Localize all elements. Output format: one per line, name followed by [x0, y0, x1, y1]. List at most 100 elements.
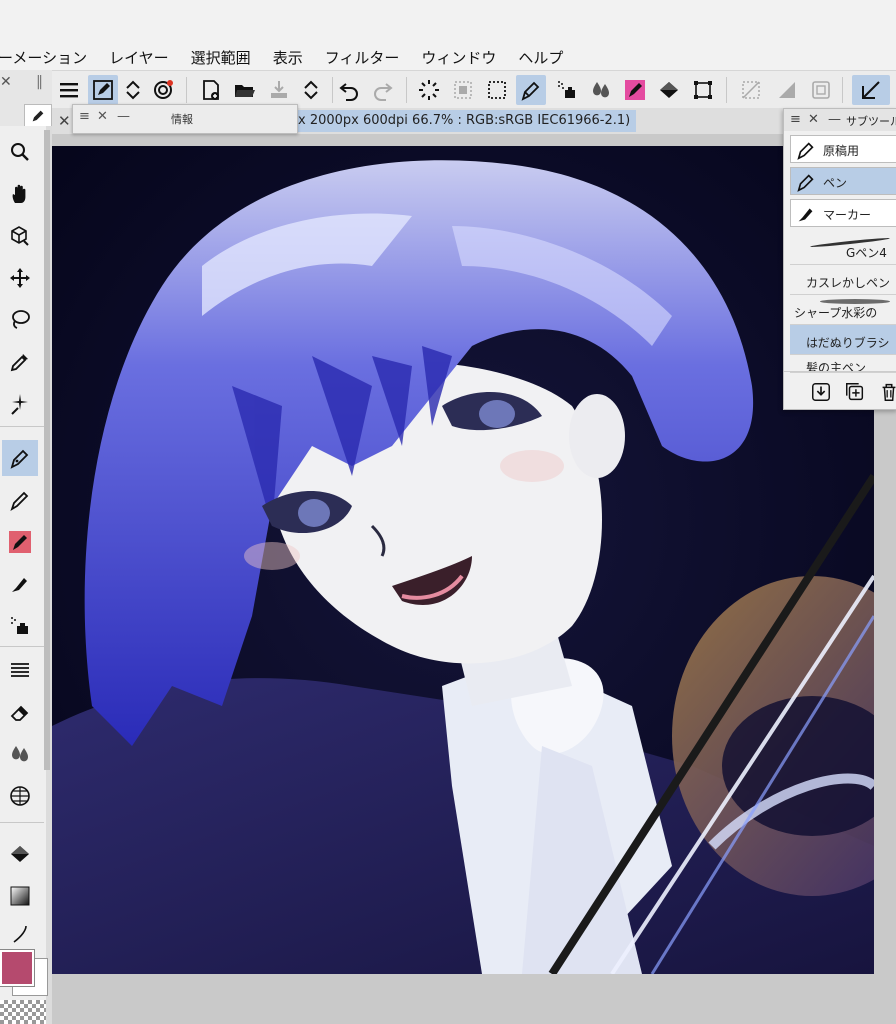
tool-palette-scrollbar[interactable]: [44, 130, 50, 770]
brush-label: Gペン4: [846, 246, 887, 260]
zoom-icon[interactable]: [2, 134, 38, 170]
tool-palette: [0, 126, 47, 1024]
menu-layer[interactable]: レイヤー: [109, 47, 169, 68]
selection-clear-icon[interactable]: [448, 75, 478, 105]
brush-item[interactable]: Gペン4: [790, 235, 896, 265]
transform-icon[interactable]: [688, 75, 718, 105]
close-icon[interactable]: ✕: [0, 74, 12, 90]
grip-icon[interactable]: ≡: [79, 109, 90, 124]
gradient-icon[interactable]: [2, 878, 38, 914]
separator: [0, 426, 44, 427]
brush-pink-icon[interactable]: [2, 524, 38, 560]
grip-icon[interactable]: ‖: [36, 74, 43, 90]
save-icon[interactable]: [264, 75, 294, 105]
undo-icon[interactable]: [334, 75, 364, 105]
move-icon[interactable]: [2, 260, 38, 296]
menu-filter[interactable]: フィルター: [325, 47, 400, 68]
info-panel-title: 情報: [171, 113, 193, 126]
sub-tool-footer: [784, 371, 896, 410]
pen-icon: [797, 174, 814, 192]
sub-tool-panel: ≡ ✕ — サブツール 原稿用 ペン マーカー Gペン4 カスレかしペン シャー…: [783, 108, 896, 410]
3d-object-icon[interactable]: [2, 218, 38, 254]
pencil-icon[interactable]: [2, 482, 38, 518]
companion-icon[interactable]: [148, 75, 178, 105]
menu-bar: ーメーション レイヤー 選択範囲 表示 フィルター ウィンドウ ヘルプ: [0, 0, 896, 70]
figure-ruler-icon[interactable]: [2, 778, 38, 814]
brush-item-active[interactable]: はだぬりブラシ: [790, 325, 896, 355]
marker-icon[interactable]: [2, 566, 38, 602]
pen-tool-icon[interactable]: [2, 440, 38, 476]
blend-tool-icon[interactable]: [2, 736, 38, 772]
selection-all-icon[interactable]: [482, 75, 512, 105]
separator: [726, 77, 727, 103]
open-folder-icon[interactable]: [230, 75, 260, 105]
redo-icon[interactable]: [368, 75, 398, 105]
separator: [406, 77, 407, 103]
airbrush-icon[interactable]: [552, 75, 582, 105]
pen-icon: [32, 110, 44, 122]
sub-tool-group-draft[interactable]: 原稿用: [790, 135, 896, 163]
new-file-icon[interactable]: [196, 75, 226, 105]
brush-label: シャープ水彩の: [794, 306, 878, 320]
brush-label: はだぬりブラシ: [806, 336, 890, 350]
sub-tool-group-pen[interactable]: ペン: [790, 167, 896, 195]
menu-animation[interactable]: ーメーション: [0, 47, 87, 68]
transparent-color-swatch[interactable]: [0, 1000, 46, 1024]
pen-icon[interactable]: [516, 75, 546, 105]
eyedropper-icon[interactable]: [2, 344, 38, 380]
menu-window[interactable]: ウィンドウ: [421, 47, 496, 68]
group-label: ペン: [823, 176, 848, 190]
chevron-updown-icon[interactable]: [118, 75, 148, 105]
menu-selection[interactable]: 選択範囲: [191, 47, 251, 68]
brush-item[interactable]: カスレかしペン: [790, 265, 896, 295]
group-label: 原稿用: [823, 144, 860, 158]
separator: [842, 77, 843, 103]
info-panel: ≡ ✕ — 情報: [72, 104, 298, 134]
canvas-artwork[interactable]: [52, 146, 874, 974]
sub-tool-header: ≡ ✕ — サブツール: [784, 109, 896, 131]
illustration: [52, 146, 874, 974]
magic-wand-icon[interactable]: [2, 386, 38, 422]
grip-icon[interactable]: ≡: [790, 112, 801, 127]
line-icon[interactable]: [2, 916, 38, 952]
airbrush-tool-icon[interactable]: [2, 608, 38, 644]
decoration-icon[interactable]: [2, 652, 38, 688]
quick-access-pen-icon[interactable]: [88, 75, 118, 105]
minimize-icon[interactable]: —: [828, 112, 841, 127]
minimize-icon[interactable]: —: [117, 109, 130, 124]
import-icon[interactable]: [810, 381, 832, 403]
ruler-icon[interactable]: [772, 75, 802, 105]
close-icon[interactable]: ✕: [808, 112, 819, 127]
duplicate-icon[interactable]: [844, 381, 866, 403]
marker-pink-icon[interactable]: [620, 75, 650, 105]
menu-help[interactable]: ヘルプ: [518, 47, 563, 68]
loading-icon[interactable]: [414, 75, 444, 105]
document-tab[interactable]: x 2000px 600dpi 66.7% : RGB:sRGB IEC6196…: [292, 110, 637, 132]
menu-view[interactable]: 表示: [273, 47, 303, 68]
group-label: マーカー: [823, 208, 872, 222]
separator: [0, 646, 44, 647]
fill-icon[interactable]: [654, 75, 684, 105]
left-dock-header: ✕ ‖: [0, 70, 52, 128]
hand-icon[interactable]: [2, 176, 38, 212]
lasso-icon[interactable]: [2, 302, 38, 338]
pen-icon: [797, 142, 814, 160]
chevron-updown-icon[interactable]: [296, 75, 326, 105]
brush-item[interactable]: シャープ水彩の: [790, 295, 896, 325]
close-icon[interactable]: ✕: [58, 112, 71, 130]
trash-icon[interactable]: [878, 381, 896, 403]
frame-icon[interactable]: [806, 75, 836, 105]
active-tool-indicator[interactable]: [24, 104, 52, 128]
blend-icon[interactable]: [586, 75, 616, 105]
deselect-icon[interactable]: [736, 75, 766, 105]
snap-icon[interactable]: [852, 75, 890, 105]
sub-tool-title: サブツール: [846, 115, 896, 128]
main-color-swatch[interactable]: [0, 949, 35, 987]
fill-tool-icon[interactable]: [2, 836, 38, 872]
brush-label: カスレかしペン: [806, 276, 891, 290]
menu-icon[interactable]: [54, 75, 84, 105]
separator: [0, 822, 44, 823]
close-icon[interactable]: ✕: [97, 109, 108, 124]
eraser-icon[interactable]: [2, 694, 38, 730]
sub-tool-group-marker[interactable]: マーカー: [790, 199, 896, 227]
